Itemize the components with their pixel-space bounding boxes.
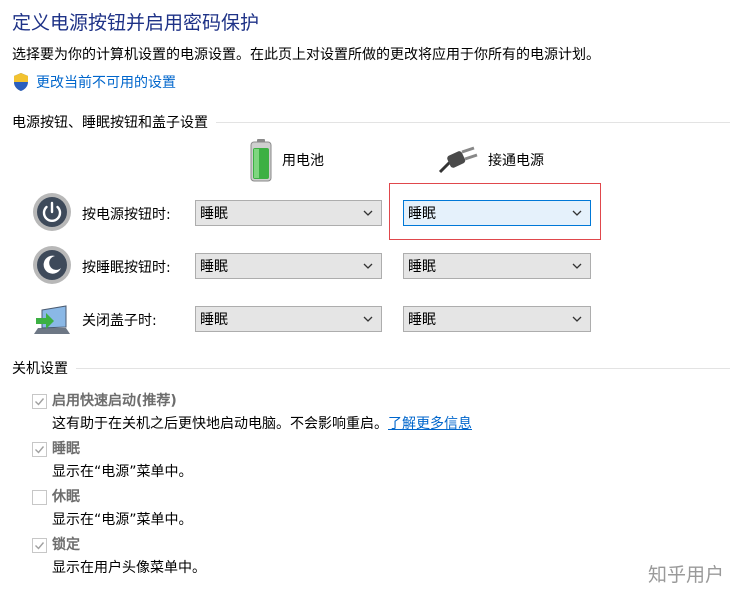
lid-close-plugged-dropdown[interactable]: 睡眠 — [403, 306, 591, 332]
column-header-plugged-in: 接通电源 — [438, 146, 544, 174]
uac-shield-icon — [14, 73, 28, 91]
chevron-down-icon — [363, 316, 373, 322]
shutdown-section-header: 关机设置 — [12, 358, 730, 378]
sleep-menu-desc: 显示在“电源”菜单中。 — [52, 464, 193, 480]
sleep-button-plugged-dropdown[interactable]: 睡眠 — [403, 253, 591, 279]
page-description: 选择要为你的计算机设置的电源设置。在此页上对设置所做的更改将应用于你所有的电源计… — [12, 47, 600, 63]
chevron-down-icon — [572, 316, 582, 322]
lock-menu-label: 锁定 — [52, 537, 80, 553]
sleep-button-battery-value: 睡眠 — [200, 259, 228, 275]
power-button-battery-value: 睡眠 — [200, 206, 228, 222]
change-settings-link[interactable]: 更改当前不可用的设置 — [12, 72, 176, 92]
column-header-plugged-in-label: 接通电源 — [488, 153, 544, 169]
power-plug-icon — [438, 146, 478, 174]
fast-startup-checkbox[interactable] — [32, 394, 47, 409]
section-divider — [76, 367, 730, 369]
sleep-button-battery-dropdown[interactable]: 睡眠 — [195, 253, 382, 279]
hibernate-menu-label: 休眠 — [52, 489, 80, 505]
power-button-icon — [33, 193, 71, 231]
column-header-battery-label: 用电池 — [282, 153, 324, 169]
sleep-button-label: 按睡眠按钮时: — [82, 260, 171, 276]
learn-more-link[interactable]: 了解更多信息 — [388, 416, 472, 432]
sleep-button-plugged-value: 睡眠 — [408, 259, 436, 275]
power-buttons-section-header: 电源按钮、睡眠按钮和盖子设置 — [12, 112, 730, 132]
fast-startup-label: 启用快速启动(推荐) — [52, 393, 177, 409]
fast-startup-desc: 这有助于在关机之后更快地启动电脑。不会影响重启。了解更多信息 — [52, 413, 472, 433]
power-button-label: 按电源按钮时: — [82, 207, 171, 223]
chevron-down-icon — [572, 263, 582, 269]
lock-menu-desc: 显示在用户头像菜单中。 — [52, 560, 206, 576]
annotation-highlight-box — [389, 183, 601, 240]
checkmark-icon — [35, 542, 45, 550]
column-header-battery: 用电池 — [248, 138, 324, 182]
lid-close-plugged-value: 睡眠 — [408, 312, 436, 328]
chevron-down-icon — [363, 210, 373, 216]
watermark: 知乎用户 — [647, 564, 724, 586]
fast-startup-desc-text: 这有助于在关机之后更快地启动电脑。不会影响重启。 — [52, 416, 388, 432]
lid-close-label: 关闭盖子时: — [82, 313, 157, 329]
laptop-lid-icon — [34, 305, 70, 334]
sleep-menu-label: 睡眠 — [52, 441, 80, 457]
change-settings-link-text: 更改当前不可用的设置 — [36, 75, 176, 91]
hibernate-menu-checkbox[interactable] — [32, 490, 47, 505]
lock-menu-checkbox[interactable] — [32, 538, 47, 553]
hibernate-menu-desc: 显示在“电源”菜单中。 — [52, 512, 193, 528]
battery-icon — [250, 139, 272, 182]
lid-close-battery-value: 睡眠 — [200, 312, 228, 328]
chevron-down-icon — [363, 263, 373, 269]
page-title: 定义电源按钮并启用密码保护 — [12, 12, 260, 34]
checkmark-icon — [35, 446, 45, 454]
sleep-menu-checkbox[interactable] — [32, 442, 47, 457]
power-buttons-section-title: 电源按钮、睡眠按钮和盖子设置 — [12, 115, 208, 131]
lid-close-battery-dropdown[interactable]: 睡眠 — [195, 306, 382, 332]
shutdown-section-title: 关机设置 — [12, 361, 68, 377]
section-divider — [216, 121, 730, 123]
checkmark-icon — [35, 398, 45, 406]
power-button-battery-dropdown[interactable]: 睡眠 — [195, 200, 382, 226]
sleep-button-icon — [33, 246, 71, 284]
